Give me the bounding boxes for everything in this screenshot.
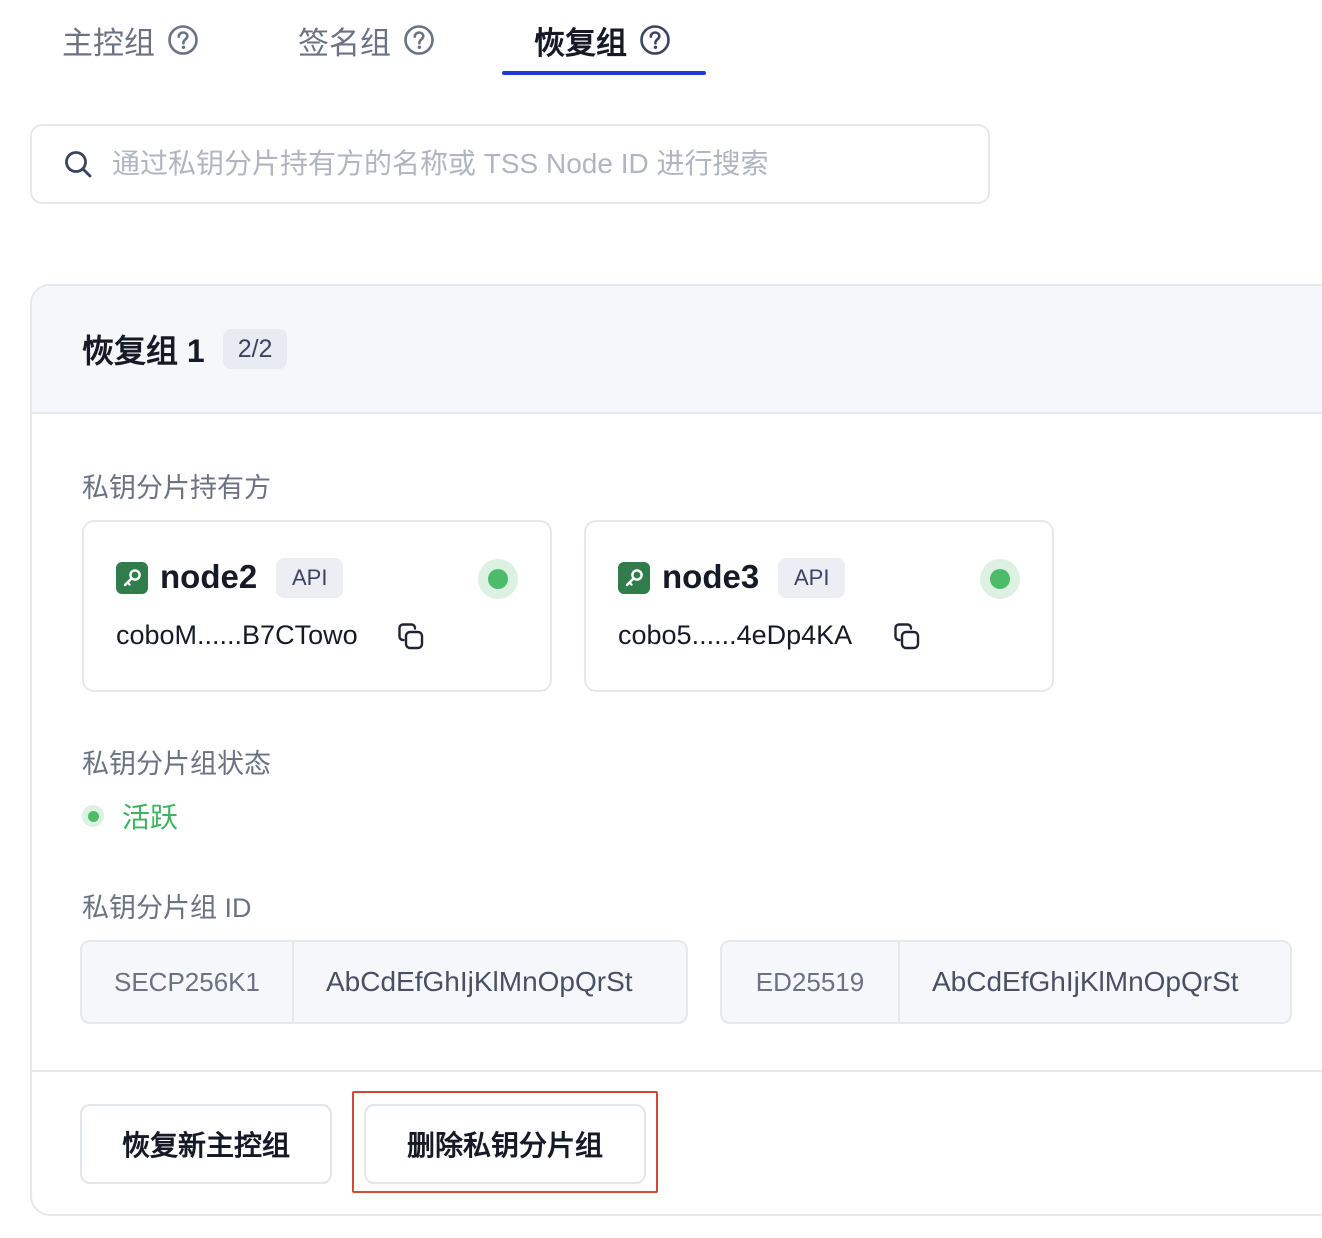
search-icon (65, 151, 92, 178)
node-card: node3 API cobo5......4eDp4KA (584, 520, 1054, 692)
question-circle-icon[interactable] (639, 24, 671, 56)
group-title: 恢复组 1 (82, 333, 205, 369)
recovery-group-card: 恢复组 1 2/2 私钥分片持有方 node2 API coboM......B… (30, 284, 1322, 1216)
online-status-dot (980, 559, 1020, 599)
tab-bar: 主控组 签名组 恢复组 (0, 0, 760, 80)
active-tab-indicator (502, 71, 706, 75)
algorithm-label: ED25519 (722, 942, 900, 1022)
group-id-value: AbCdEfGhIjKlMnOpQrSt (932, 966, 1239, 997)
key-icon (618, 562, 650, 594)
node-name: node3 (662, 558, 760, 595)
node-name: node2 (160, 558, 258, 595)
question-circle-icon[interactable] (167, 24, 199, 56)
holders-label: 私钥分片持有方 (82, 473, 271, 503)
question-circle-icon[interactable] (403, 24, 435, 56)
group-id-value: AbCdEfGhIjKlMnOpQrSt (326, 966, 633, 997)
card-header: 恢复组 1 2/2 (32, 286, 1322, 414)
delete-key-share-group-button[interactable]: 删除私钥分片组 (364, 1104, 646, 1184)
online-status-dot (478, 559, 518, 599)
page: 主控组 签名组 恢复组 通过私钥分片持有方的名称或 TSS Node ID 进行… (0, 0, 1322, 1238)
key-icon (116, 562, 148, 594)
tab-master-group[interactable]: 主控组 (62, 16, 199, 64)
tab-label: 签名组 (298, 25, 391, 61)
tab-label: 主控组 (62, 25, 155, 61)
count-badge: 2/2 (222, 329, 288, 369)
node-card: node2 API coboM......B7CTowo (82, 520, 552, 692)
group-id-secp256k1: SECP256K1 AbCdEfGhIjKlMnOpQrSt (80, 940, 688, 1024)
divider (32, 1070, 1322, 1072)
group-id-ed25519: ED25519 AbCdEfGhIjKlMnOpQrSt (720, 940, 1292, 1024)
api-badge: API (778, 558, 846, 598)
api-badge: API (276, 558, 344, 598)
copy-icon[interactable] (396, 622, 426, 652)
tab-signing-group[interactable]: 签名组 (298, 16, 435, 64)
status-text: 活跃 (122, 802, 179, 833)
group-id-label: 私钥分片组 ID (82, 893, 252, 923)
restore-master-group-button[interactable]: 恢复新主控组 (80, 1104, 332, 1184)
copy-icon[interactable] (892, 622, 922, 652)
group-status: 活跃 (82, 796, 178, 836)
search-box[interactable] (30, 124, 990, 204)
tab-recovery-group[interactable]: 恢复组 (534, 16, 671, 64)
node-id: coboM......B7CTowo (116, 620, 358, 650)
search-input[interactable] (112, 144, 972, 184)
status-label: 私钥分片组状态 (82, 749, 271, 779)
algorithm-label: SECP256K1 (82, 942, 294, 1022)
node-id: cobo5......4eDp4KA (618, 620, 853, 650)
status-dot (82, 805, 104, 827)
tab-label: 恢复组 (534, 25, 627, 61)
